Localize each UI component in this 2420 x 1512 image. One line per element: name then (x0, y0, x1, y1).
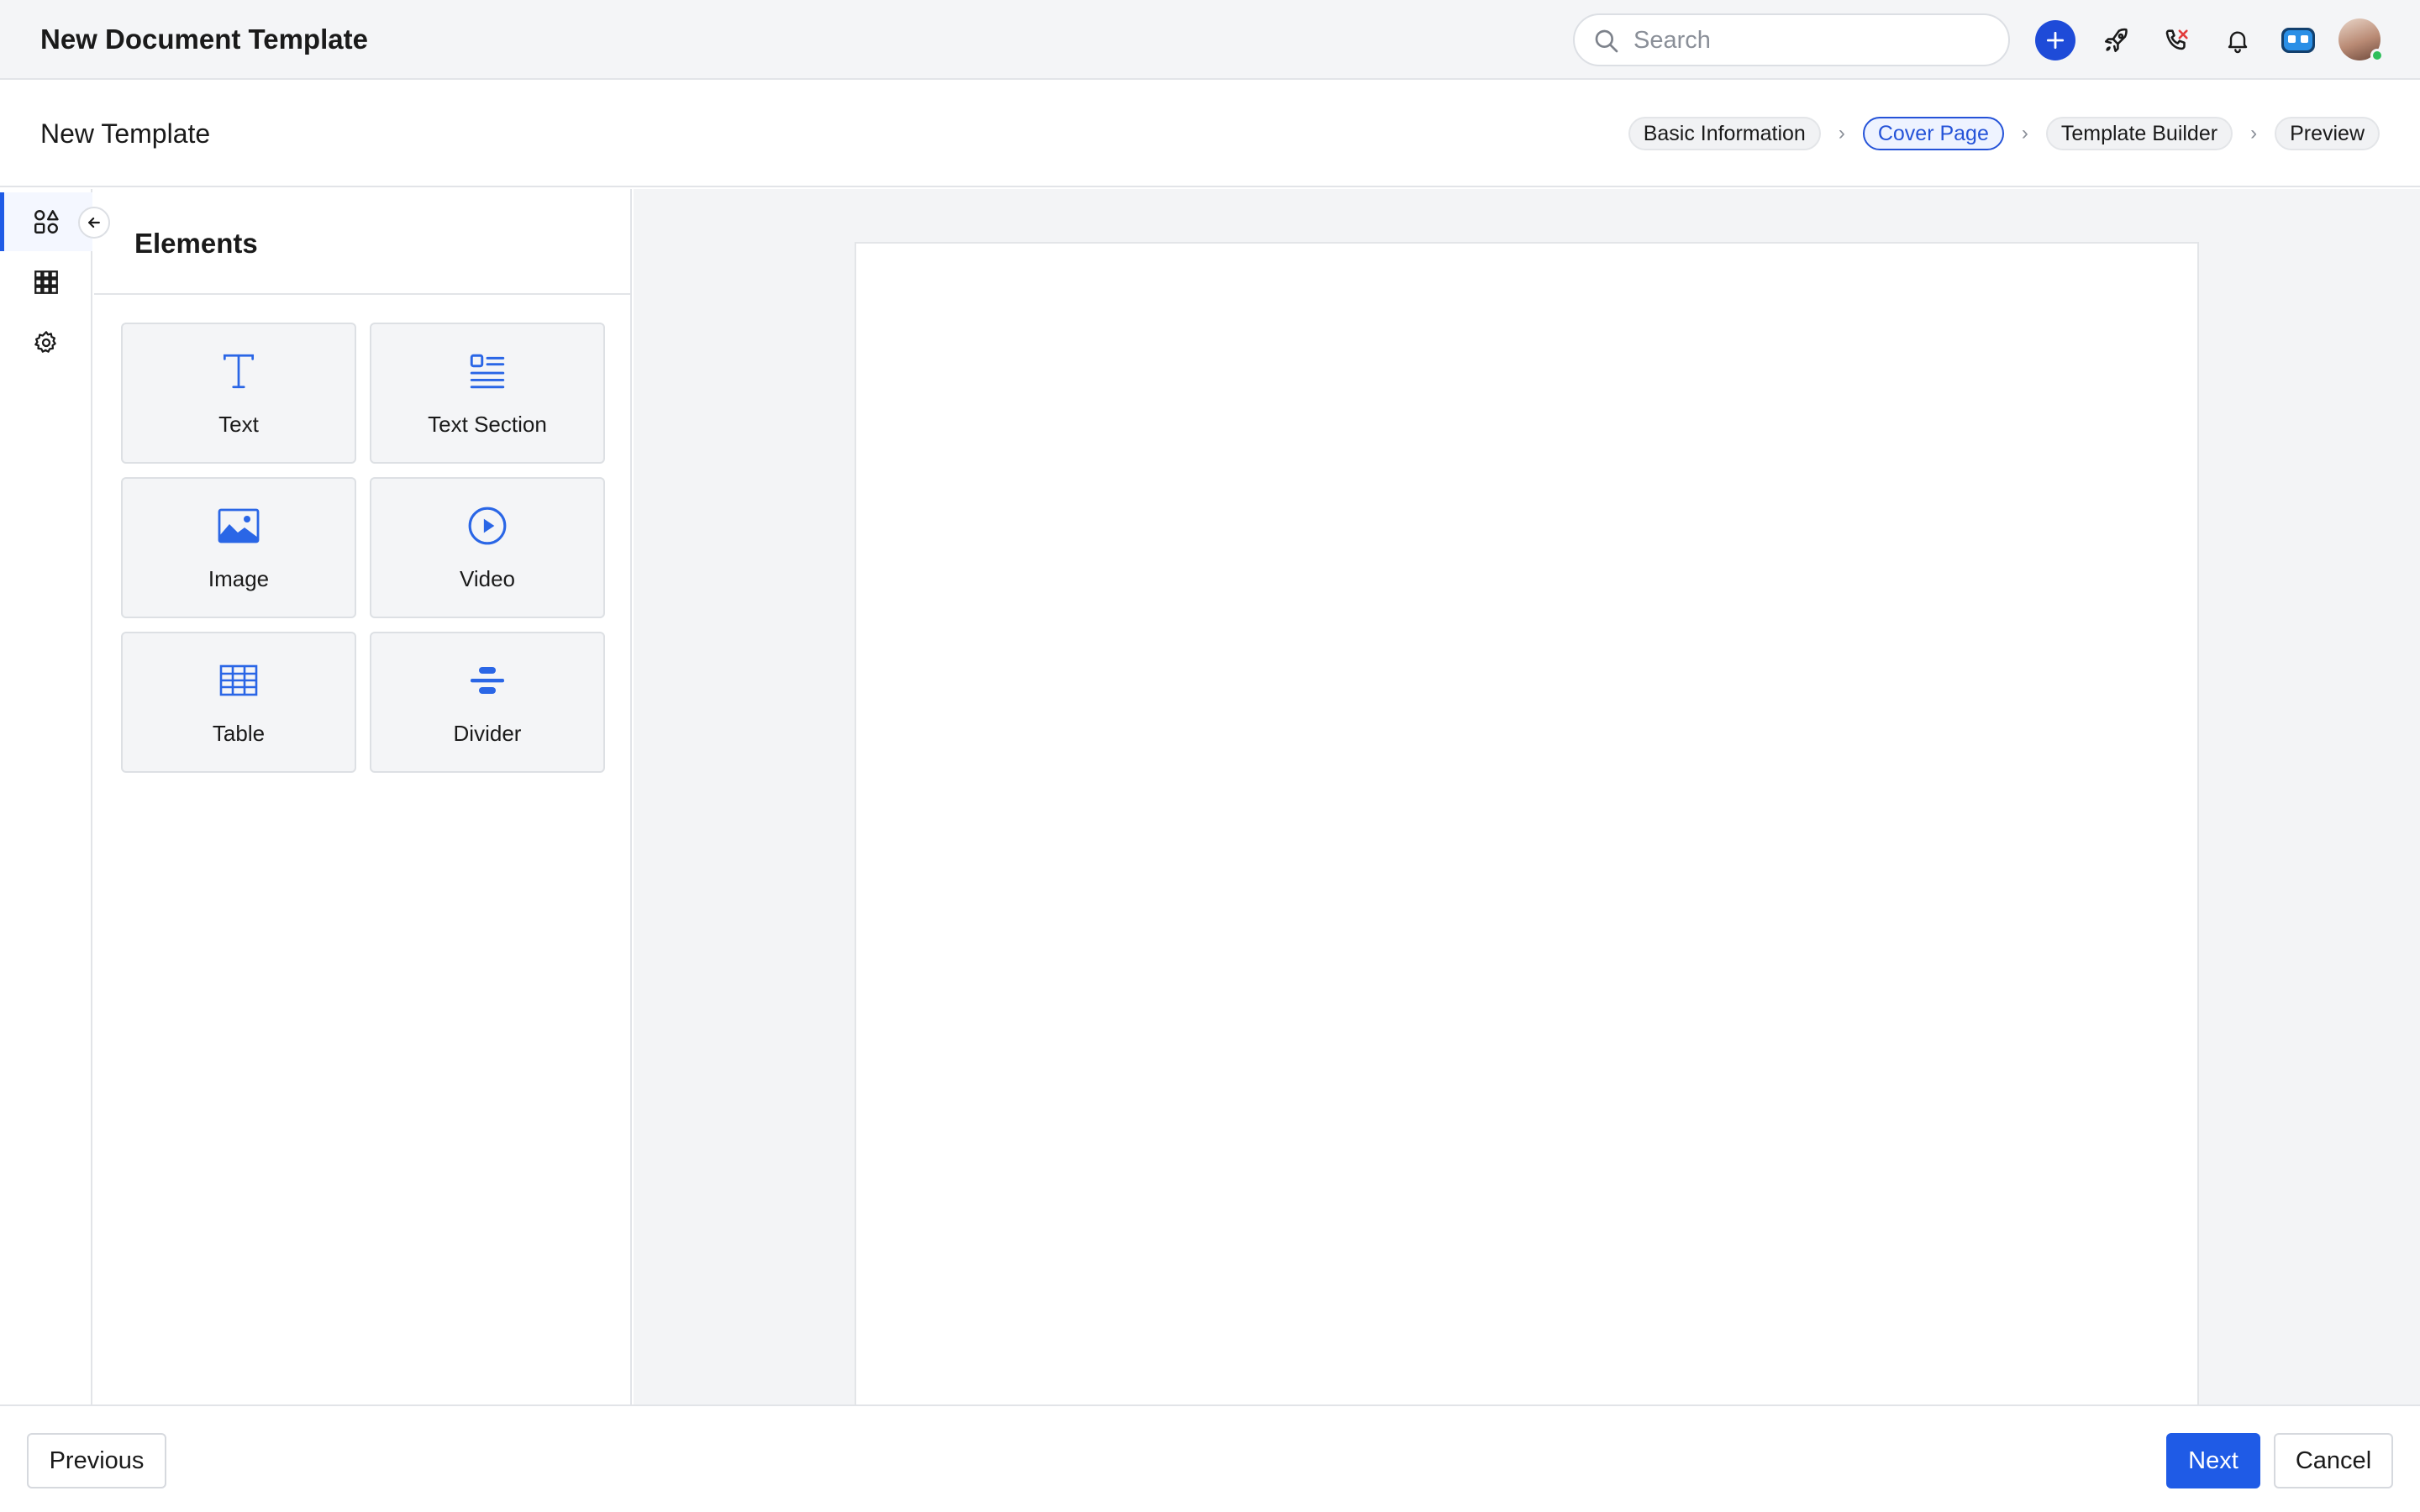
element-tile-text[interactable]: Text (121, 323, 356, 464)
previous-button[interactable]: Previous (27, 1433, 166, 1488)
tile-label: Divider (453, 721, 522, 746)
text-section-icon (470, 354, 505, 389)
bell-icon (2228, 31, 2248, 54)
phone-off-icon (2165, 29, 2188, 50)
collapse-panel-button[interactable] (78, 207, 110, 239)
step-basic-information[interactable]: Basic Information (1628, 117, 1821, 150)
create-button[interactable] (2035, 20, 2075, 60)
bot-icon (2281, 28, 2315, 53)
step-preview[interactable]: Preview (2275, 117, 2380, 150)
left-rail (0, 189, 92, 1404)
element-tile-image[interactable]: Image (121, 477, 356, 618)
assistant-button[interactable] (2278, 20, 2318, 60)
tile-label: Text Section (428, 412, 547, 437)
video-play-icon (468, 507, 507, 545)
search-input[interactable] (1634, 24, 1986, 57)
notifications-button[interactable] (2217, 20, 2258, 60)
tile-label: Text (218, 412, 259, 437)
launch-button[interactable] (2096, 20, 2137, 60)
document-page[interactable] (855, 242, 2199, 1404)
chevron-right-icon: › (2250, 122, 2258, 144)
shapes-icon (34, 210, 59, 234)
divider-icon (471, 667, 504, 694)
top-header: New Document Template (0, 0, 2420, 80)
avatar[interactable] (2338, 18, 2384, 62)
online-status-indicator (2370, 49, 2384, 62)
sub-header: New Template Basic Information › Cover P… (0, 80, 2420, 187)
element-tile-video[interactable]: Video (370, 477, 605, 618)
layout-grid-icon (34, 270, 58, 294)
chevron-right-icon: › (2021, 122, 2028, 144)
canvas-area (634, 189, 2420, 1404)
phone-button[interactable] (2157, 20, 2197, 60)
rocket-icon (2104, 28, 2128, 53)
plus-icon (2046, 31, 2065, 50)
rail-item-settings[interactable] (0, 313, 92, 372)
search-icon (1595, 29, 1618, 53)
tile-label: Table (212, 721, 266, 746)
tile-label: Video (459, 566, 516, 591)
element-tile-text-section[interactable]: Text Section (370, 323, 605, 464)
chevron-right-icon: › (1838, 122, 1845, 144)
element-tile-table[interactable]: Table (121, 632, 356, 773)
table-icon (219, 664, 258, 696)
text-icon (223, 354, 255, 389)
step-template-builder[interactable]: Template Builder (2045, 117, 2233, 150)
tile-label: Image (208, 566, 270, 591)
arrow-left-icon (88, 217, 100, 228)
elements-panel: Elements Text Text Section Image Video T… (94, 189, 632, 1404)
panel-title: Elements (134, 228, 258, 259)
footer-bar: Previous Next Cancel (0, 1404, 2420, 1512)
image-icon (218, 508, 260, 543)
cancel-button[interactable]: Cancel (2274, 1433, 2393, 1488)
page-title: New Template (40, 118, 211, 149)
next-button[interactable]: Next (2166, 1433, 2260, 1488)
gear-icon (34, 331, 56, 353)
step-cover-page[interactable]: Cover Page (1862, 117, 2004, 150)
panel-header: Elements (94, 189, 630, 295)
stepper: Basic Information › Cover Page › Templat… (1628, 117, 2380, 150)
app-title: New Document Template (40, 24, 368, 55)
element-tile-divider[interactable]: Divider (370, 632, 605, 773)
search-box[interactable] (1573, 13, 2010, 66)
rail-item-layouts[interactable] (0, 253, 92, 312)
